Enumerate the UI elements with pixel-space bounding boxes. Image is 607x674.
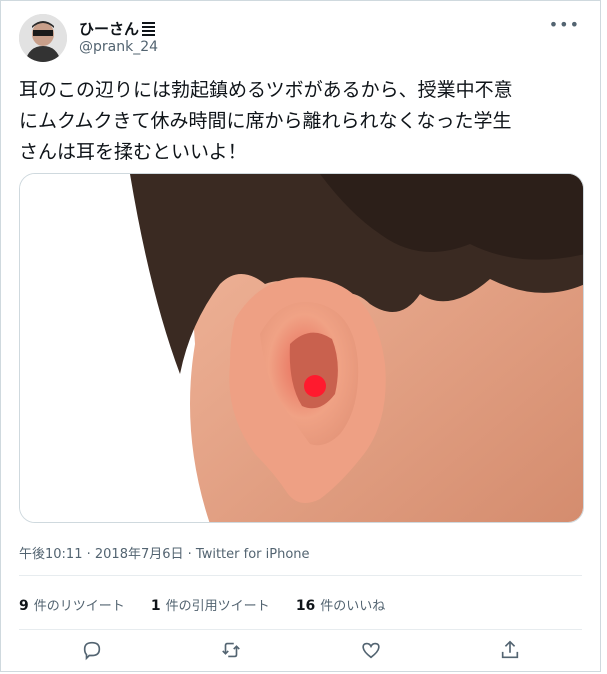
avatar-image xyxy=(19,14,67,62)
tweet-date[interactable]: 2018年7月6日 xyxy=(95,547,184,562)
share-icon xyxy=(501,640,519,659)
retweet-count-link[interactable]: 9 件のリツイート xyxy=(19,598,125,614)
tweet-text-line: 耳のこの辺りには勃起鎮めるツボがあるから、授業中不意 xyxy=(19,79,513,101)
tweet-meta: 午後10:11 · 2018年7月6日 · Twitter for iPhone xyxy=(19,543,310,562)
retweet-count: 9 xyxy=(19,598,29,614)
reply-icon xyxy=(83,641,101,661)
divider xyxy=(19,575,582,576)
tweet-text-line: さんは耳を揉むといいよ！ xyxy=(19,141,247,163)
name-emoji-icon xyxy=(142,22,156,36)
like-count-link[interactable]: 16 件のいいね xyxy=(295,598,386,614)
tweet-stats: 9 件のリツイート 1 件の引用ツイート 16 件のいいね xyxy=(19,595,407,614)
retweet-button[interactable] xyxy=(220,639,244,663)
user-handle[interactable]: @prank_24 xyxy=(79,39,158,55)
tweet-text: 耳のこの辺りには勃起鎮めるツボがあるから、授業中不意 にムクムクきて休み時間に席… xyxy=(19,75,589,168)
quote-label: 件の引用ツイート xyxy=(165,599,270,614)
quote-count: 1 xyxy=(150,598,161,614)
avatar[interactable] xyxy=(19,14,67,62)
reply-button[interactable] xyxy=(81,639,105,663)
tweet-card: ひーさん @prank_24 ••• 耳のこの辺りには勃起鎮めるツボがあるから、… xyxy=(0,0,601,672)
divider xyxy=(19,629,582,630)
display-name-text: ひーさん xyxy=(79,20,140,38)
tweet-media[interactable] xyxy=(19,173,584,523)
ear-photo xyxy=(20,174,583,522)
like-count: 16 xyxy=(295,598,316,614)
more-options-icon[interactable]: ••• xyxy=(549,15,580,34)
tweet-source[interactable]: Twitter for iPhone xyxy=(196,547,310,562)
like-icon xyxy=(362,642,380,659)
display-name[interactable]: ひーさん xyxy=(79,18,156,39)
tweet-time[interactable]: 午後10:11 xyxy=(19,547,82,562)
like-label: 件のいいね xyxy=(320,599,386,614)
meta-separator: · xyxy=(183,547,196,562)
retweet-icon xyxy=(222,642,240,658)
quote-count-link[interactable]: 1 件の引用ツイート xyxy=(150,598,270,614)
share-button[interactable] xyxy=(499,639,523,663)
tweet-text-line: にムクムクきて休み時間に席から離れられなくなった学生 xyxy=(19,110,512,132)
like-button[interactable] xyxy=(360,639,384,663)
retweet-label: 件のリツイート xyxy=(33,599,125,614)
meta-separator: · xyxy=(82,547,95,562)
action-bar xyxy=(1,639,602,667)
